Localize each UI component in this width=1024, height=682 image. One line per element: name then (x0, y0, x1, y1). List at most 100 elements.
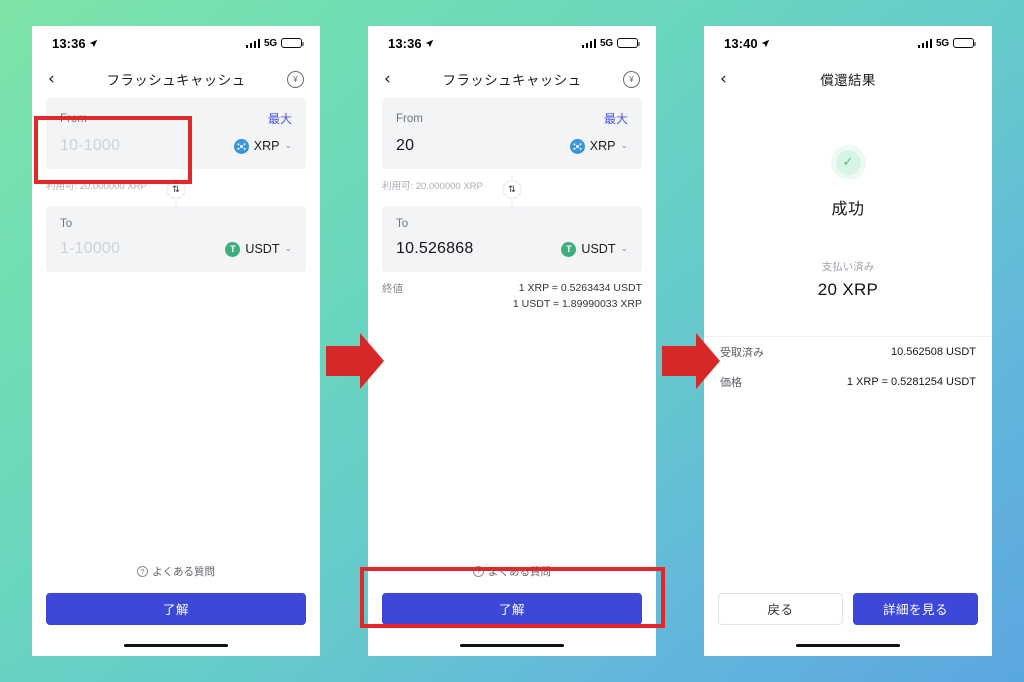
nav-bar: ‹ フラッシュキャッシュ ¥ (368, 60, 656, 98)
status-indicators: 5G (245, 37, 304, 49)
footer: ? よくある質問 了解 (32, 564, 320, 657)
nav-bar: ‹ 償還結果 (704, 60, 992, 98)
detail-key: 受取済み (720, 347, 764, 359)
usdt-coin-icon: T (561, 241, 577, 257)
confirm-button[interactable]: 了解 (46, 592, 306, 625)
page-title: フラッシュキャッシュ (106, 73, 246, 88)
detail-value: 10.562508 USDT (891, 346, 976, 358)
status-bar: 13:36 5G (368, 26, 656, 60)
to-label: To (60, 218, 73, 230)
paid-label: 支払い済み (821, 261, 875, 273)
to-amount-input[interactable]: 10.526868 (396, 240, 473, 258)
faq-label: よくある質問 (152, 565, 215, 578)
to-field-header: To (396, 218, 628, 230)
battery-icon (281, 37, 304, 49)
to-coin-name: USDT (245, 242, 280, 256)
annotation-highlight-from-field (34, 116, 192, 184)
phone-screen-result: 13:40 5G ‹ 償還結果 ✓ 成功 支払い済み 20 XRP 受取済み 1… (704, 26, 992, 656)
result-body: ✓ 成功 支払い済み 20 XRP 受取済み 10.562508 USDT 価格… (704, 98, 992, 656)
chevron-down-icon: ⌄ (284, 244, 292, 254)
chevron-down-icon: ⌄ (620, 141, 628, 151)
detail-row: 価格 1 XRP = 0.5281254 USDT (704, 367, 992, 397)
exchange-rate-block: 終値 1 XRP = 0.5263434 USDT 1 USDT = 1.899… (382, 281, 642, 313)
location-arrow-icon (89, 39, 97, 47)
to-field-row: 1-10000 T USDT ⌄ (60, 240, 292, 258)
rate-line: 1 USDT = 1.89990033 XRP (512, 297, 642, 310)
network-type: 5G (264, 37, 277, 49)
annotation-highlight-confirm-button (360, 567, 665, 628)
check-circle-icon: ✓ (835, 150, 861, 175)
available-row: 利用可: 20.000000 XRP ⇅ (382, 176, 642, 216)
chevron-down-icon: ⌄ (284, 141, 292, 151)
view-details-button[interactable]: 詳細を見る (853, 592, 978, 625)
to-coin-name: USDT (581, 242, 616, 256)
rate-label: 終値 (382, 283, 403, 295)
xrp-coin-icon (233, 138, 249, 154)
signal-bars-icon (245, 38, 261, 48)
home-indicator (796, 643, 900, 647)
network-type: 5G (600, 37, 613, 49)
result-summary: ✓ 成功 支払い済み 20 XRP (704, 98, 992, 300)
network-type: 5G (936, 37, 949, 49)
signal-bars-icon (581, 38, 597, 48)
xrp-coin-icon (569, 138, 585, 154)
question-circle-icon: ? (137, 565, 148, 577)
status-bar: 13:36 5G (32, 26, 320, 60)
detail-value: 1 XRP = 0.5281254 USDT (846, 376, 976, 388)
result-actions: 戻る 詳細を見る (718, 592, 978, 625)
footer: 戻る 詳細を見る (704, 592, 992, 657)
location-arrow-icon (761, 39, 769, 47)
from-field[interactable]: From 最大 20 XRP ⌄ (382, 98, 642, 169)
signal-bars-icon (917, 38, 933, 48)
screenshot-stage: 13:36 5G ‹ フラッシュキャッシュ ¥ From 最大 10-1000 … (0, 0, 1024, 682)
max-button[interactable]: 最大 (604, 110, 628, 127)
back-button[interactable]: ‹ (48, 70, 68, 88)
back-button[interactable]: ‹ (384, 70, 404, 88)
to-coin-selector[interactable]: T USDT ⌄ (561, 241, 628, 257)
yen-circle-icon[interactable]: ¥ (623, 70, 640, 88)
from-coin-name: XRP (589, 139, 616, 153)
to-label: To (396, 218, 409, 230)
flow-arrow-1 (326, 333, 384, 389)
status-time-group: 13:36 (388, 36, 434, 51)
max-button[interactable]: 最大 (268, 110, 292, 127)
status-time-group: 13:40 (724, 36, 770, 51)
paid-amount: 20 XRP (817, 280, 879, 299)
available-balance: 利用可: 20.000000 XRP (382, 181, 483, 192)
status-indicators: 5G (917, 37, 976, 49)
from-coin-name: XRP (253, 139, 280, 153)
home-indicator (124, 643, 228, 647)
page-title: 償還結果 (820, 73, 876, 88)
flow-arrow-2 (662, 333, 720, 389)
to-field-row: 10.526868 T USDT ⌄ (396, 240, 628, 258)
from-field-row: 20 XRP ⌄ (396, 137, 628, 155)
status-time: 13:36 (388, 35, 422, 51)
battery-icon (617, 37, 640, 49)
faq-link[interactable]: ? よくある質問 (46, 564, 306, 593)
status-bar: 13:40 5G (704, 26, 992, 60)
home-indicator (460, 643, 564, 647)
battery-icon (953, 37, 976, 49)
rate-values: 1 XRP = 0.5263434 USDT 1 USDT = 1.899900… (513, 281, 642, 313)
nav-bar: ‹ フラッシュキャッシュ ¥ (32, 60, 320, 98)
from-coin-selector[interactable]: XRP ⌄ (569, 138, 628, 154)
page-title: フラッシュキャッシュ (442, 73, 582, 88)
detail-row: 受取済み 10.562508 USDT (704, 337, 992, 367)
status-time: 13:40 (724, 35, 758, 51)
result-status-text: 成功 (831, 201, 865, 218)
to-amount-input[interactable]: 1-10000 (60, 240, 120, 258)
phone-screen-swap-filled: 13:36 5G ‹ フラッシュキャッシュ ¥ From 最大 20 XRP ⌄… (368, 26, 656, 656)
rate-line: 1 XRP = 0.5263434 USDT (518, 282, 642, 294)
chevron-down-icon: ⌄ (620, 244, 628, 254)
to-coin-selector[interactable]: T USDT ⌄ (225, 241, 292, 257)
from-coin-selector[interactable]: XRP ⌄ (233, 138, 292, 154)
to-field-header: To (60, 218, 292, 230)
location-arrow-icon (425, 39, 433, 47)
swap-vertical-icon[interactable]: ⇅ (502, 180, 522, 199)
yen-circle-icon[interactable]: ¥ (287, 70, 304, 88)
back-button-secondary[interactable]: 戻る (718, 592, 843, 625)
from-amount-input[interactable]: 20 (396, 137, 414, 155)
back-button[interactable]: ‹ (720, 70, 740, 88)
status-time-group: 13:36 (52, 36, 98, 51)
from-label: From (396, 112, 423, 125)
